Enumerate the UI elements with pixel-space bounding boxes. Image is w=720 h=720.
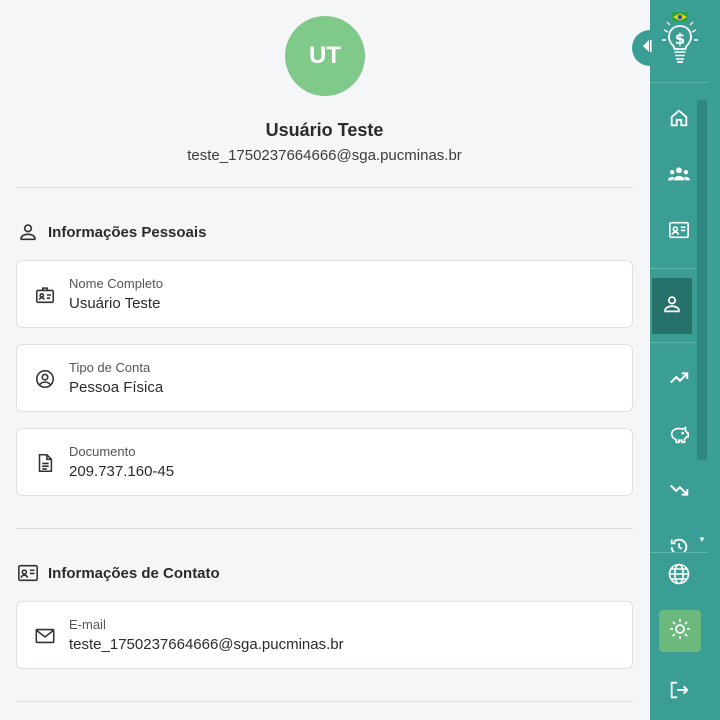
piggy-bank-icon <box>667 423 691 450</box>
avatar: UT <box>285 16 365 96</box>
profile-name: Usuário Teste <box>265 120 384 140</box>
theme-toggle-button[interactable] <box>659 610 701 652</box>
sidebar-item-profile[interactable] <box>652 278 692 334</box>
person-icon <box>661 293 683 320</box>
field-label: Documento <box>69 444 136 459</box>
info-card-account-type: Tipo de Conta Pessoa Física <box>16 344 633 412</box>
section-title-label: Informações de Contato <box>48 564 220 582</box>
person-outline-icon <box>16 220 40 244</box>
scroll-down-arrow-icon[interactable]: ▼ <box>697 535 707 544</box>
sidebar-item-logout[interactable] <box>650 664 708 720</box>
account-circle-icon <box>33 367 57 391</box>
trending-up-icon <box>667 367 691 394</box>
logout-icon <box>668 679 690 706</box>
divider <box>16 528 633 529</box>
sun-icon <box>668 617 692 646</box>
field-value: Usuário Teste <box>69 295 161 312</box>
field-label: Nome Completo <box>69 276 163 291</box>
groups-icon <box>666 163 692 190</box>
sidebar-item-language[interactable] <box>650 548 708 604</box>
info-card-full-name: Nome Completo Usuário Teste <box>16 260 633 328</box>
contact-card-icon <box>666 219 692 246</box>
badge-icon <box>33 283 57 307</box>
sidebar-scrollbar-thumb[interactable] <box>697 100 707 460</box>
chevron-left-icon <box>640 39 652 58</box>
field-value: Pessoa Física <box>69 379 164 396</box>
field-label: Tipo de Conta <box>69 360 151 375</box>
section-title-label: Informações Pessoais <box>48 223 207 241</box>
contact-card-icon <box>16 561 40 585</box>
app-logo: $ <box>658 10 702 68</box>
trending-down-icon <box>667 479 691 506</box>
page-scrollbar[interactable] <box>708 0 720 720</box>
divider <box>16 187 633 188</box>
sidebar-divider <box>650 82 708 83</box>
field-value: teste_1750237664666@sga.pucminas.br <box>69 636 344 653</box>
section-title-personal: Informações Pessoais <box>16 220 206 244</box>
mail-icon <box>33 624 57 648</box>
info-card-document: Documento 209.737.160-45 <box>16 428 633 496</box>
home-icon <box>668 107 690 134</box>
section-title-contact: Informações de Contato <box>16 561 220 585</box>
profile-page: UT Usuário Teste teste_1750237664666@sga… <box>0 0 650 720</box>
profile-email: teste_1750237664666@sga.pucminas.br <box>187 147 462 164</box>
globe-icon <box>667 562 691 591</box>
info-card-email: E-mail teste_1750237664666@sga.pucminas.… <box>16 601 633 669</box>
field-label: E-mail <box>69 617 106 632</box>
divider <box>16 701 633 702</box>
field-value: 209.737.160-45 <box>69 463 175 480</box>
svg-text:$: $ <box>675 30 685 48</box>
document-icon <box>33 451 57 475</box>
